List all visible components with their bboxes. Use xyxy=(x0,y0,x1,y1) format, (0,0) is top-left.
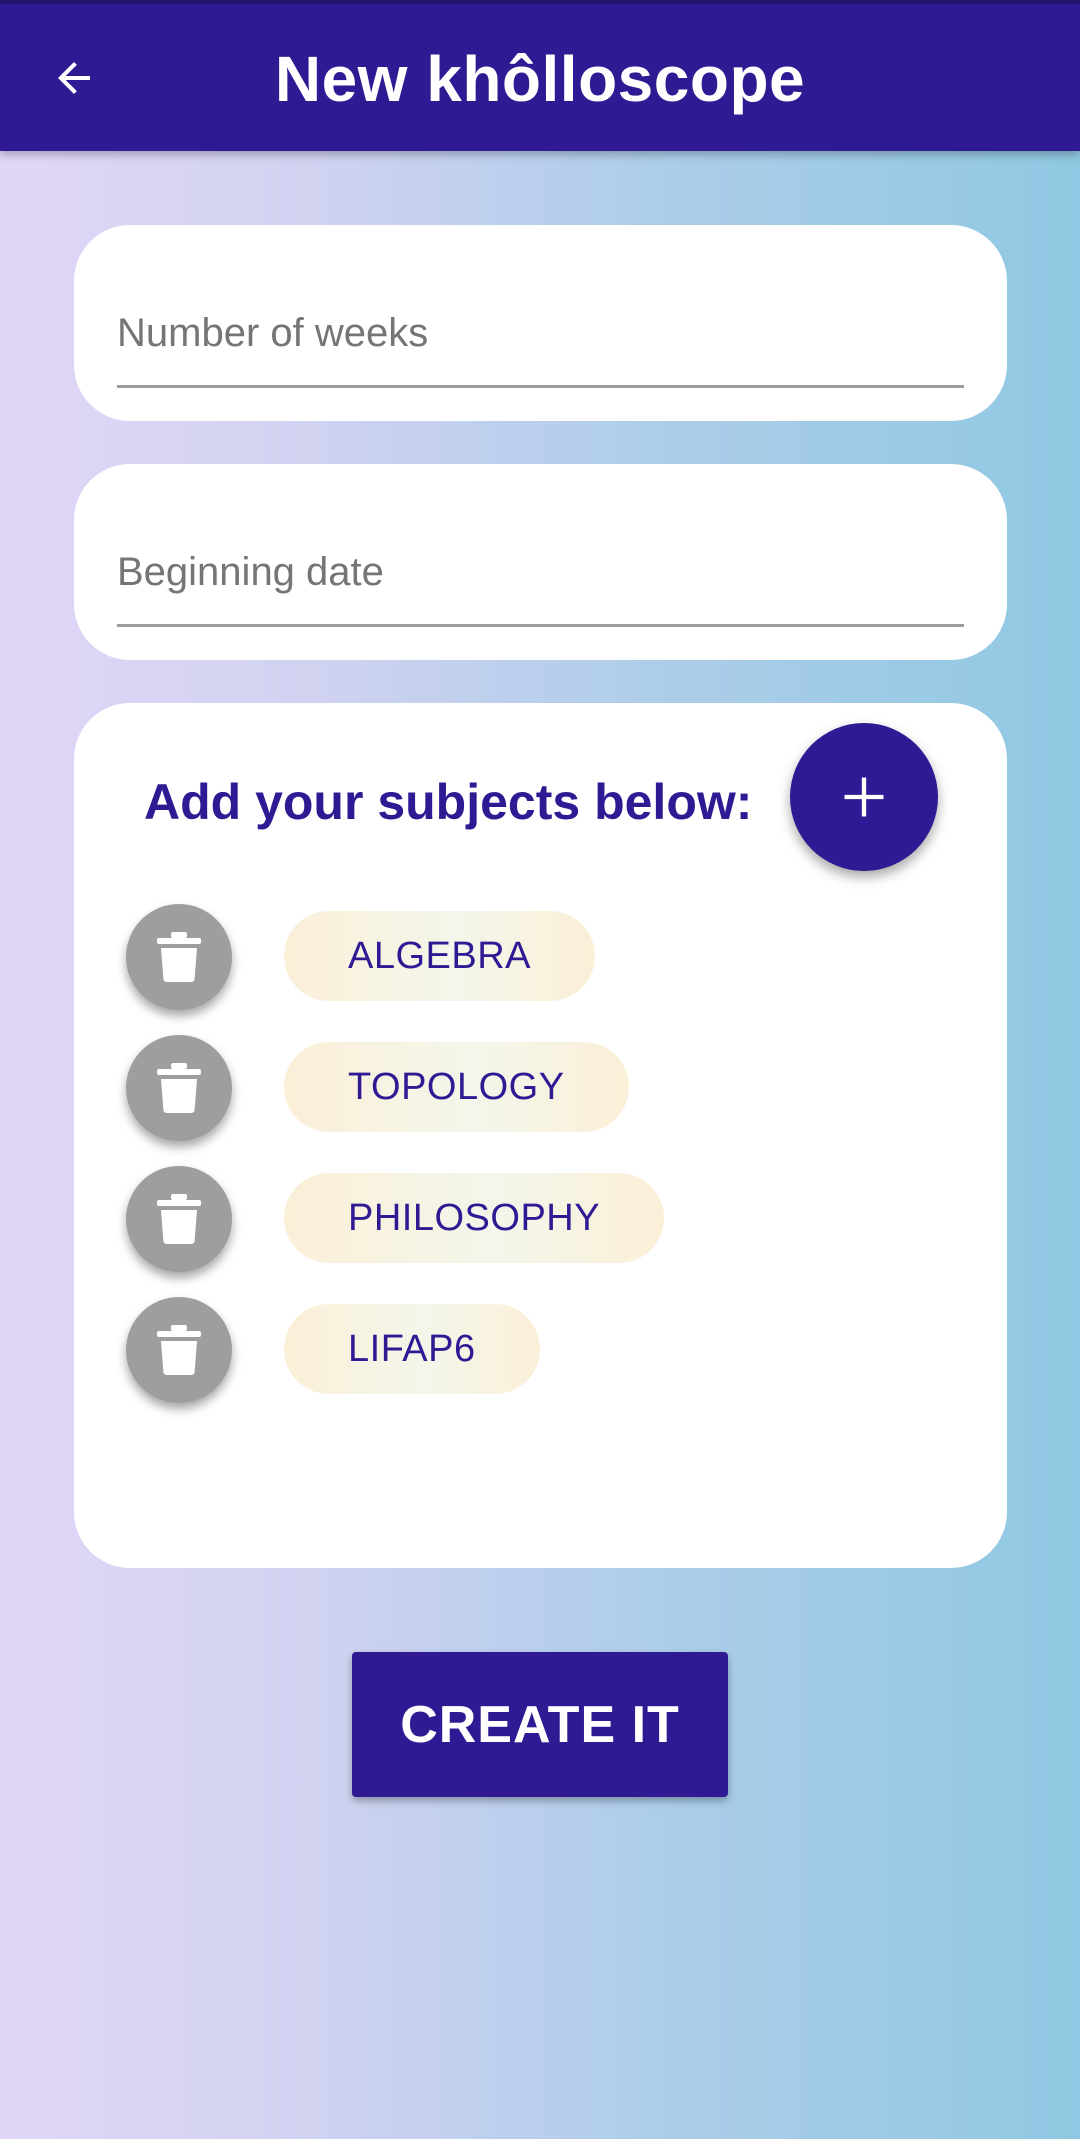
subject-chip[interactable]: PHILOSOPHY xyxy=(284,1173,665,1263)
subject-row: LIFAP6 xyxy=(126,1297,926,1403)
beginning-date-input[interactable] xyxy=(117,524,964,595)
weeks-card xyxy=(74,225,1007,421)
page-title: New khôlloscope xyxy=(274,43,806,115)
subject-chip[interactable]: ALGEBRA xyxy=(284,911,596,1001)
trash-icon xyxy=(157,1325,201,1375)
subjects-heading: Add your subjects below: xyxy=(144,774,753,830)
trash-icon xyxy=(157,932,201,982)
subjects-card: Add your subjects below: ALGEBRA TOPOLOG… xyxy=(74,703,1007,1568)
create-it-button[interactable]: CREATE IT xyxy=(352,1652,728,1797)
subject-row: ALGEBRA xyxy=(126,904,926,1010)
plus-icon xyxy=(844,777,884,817)
trash-icon xyxy=(157,1063,201,1113)
delete-subject-button[interactable] xyxy=(126,1035,232,1141)
app-bar: New khôlloscope xyxy=(0,0,1080,151)
date-card xyxy=(74,464,1007,660)
number-of-weeks-input[interactable] xyxy=(117,285,964,356)
weeks-field-wrapper xyxy=(117,285,964,388)
subject-chip[interactable]: TOPOLOGY xyxy=(284,1042,629,1132)
subject-chip[interactable]: LIFAP6 xyxy=(284,1304,540,1394)
date-field-wrapper xyxy=(117,524,964,627)
delete-subject-button[interactable] xyxy=(126,904,232,1010)
subject-row: TOPOLOGY xyxy=(126,1035,926,1141)
add-subject-button[interactable] xyxy=(790,723,938,871)
delete-subject-button[interactable] xyxy=(126,1166,232,1272)
subject-row: PHILOSOPHY xyxy=(126,1166,926,1272)
trash-icon xyxy=(157,1194,201,1244)
delete-subject-button[interactable] xyxy=(126,1297,232,1403)
